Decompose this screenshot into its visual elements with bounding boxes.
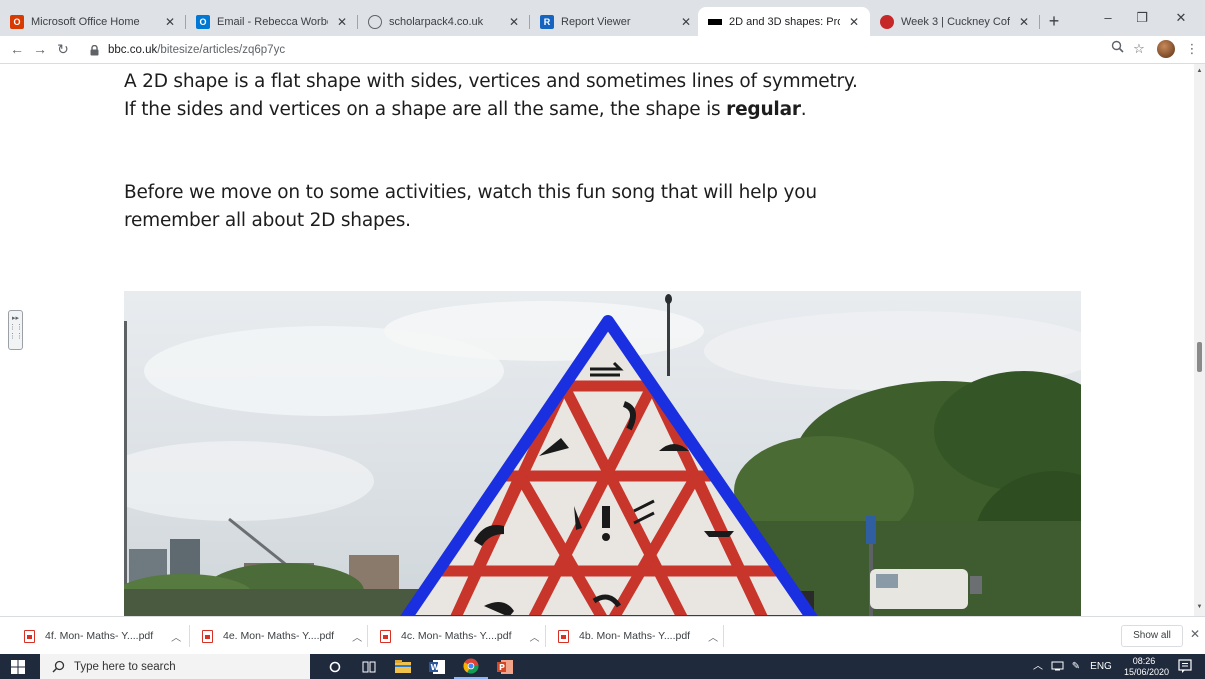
search-placeholder: Type here to search bbox=[74, 660, 176, 673]
tab-close-icon[interactable]: ✕ bbox=[678, 15, 694, 29]
tab-cuckney[interactable]: Week 3 | Cuckney CofE Prima ✕ bbox=[870, 7, 1040, 36]
file-explorer-icon[interactable] bbox=[386, 654, 420, 679]
chrome-icon[interactable] bbox=[454, 654, 488, 679]
tab-title: Report Viewer bbox=[561, 15, 631, 28]
intro-line-1: A 2D shape is a flat shape with sides, v… bbox=[124, 71, 858, 92]
tab-close-icon[interactable]: ✕ bbox=[846, 15, 862, 29]
tab-title: Email - Rebecca Worboys - O bbox=[217, 15, 328, 28]
svg-text:P: P bbox=[499, 663, 505, 672]
pdf-file-icon bbox=[24, 629, 35, 643]
globe-icon bbox=[368, 14, 382, 29]
download-filename: 4e. Mon- Maths- Y....pdf bbox=[223, 630, 335, 642]
scroll-up-arrow-icon[interactable]: ▲ bbox=[1196, 68, 1203, 74]
windows-taskbar: Type here to search W P ︿ ✎ ENG 08:26 15… bbox=[0, 654, 1205, 679]
forward-arrow-icon[interactable]: → bbox=[30, 39, 50, 59]
show-all-downloads-button[interactable]: Show all bbox=[1121, 625, 1183, 647]
tab-title: Week 3 | Cuckney CofE Prima bbox=[901, 15, 1010, 28]
sidebar-toggle-handle[interactable]: ▸▸ ⋮⋮ ⋮⋮ bbox=[8, 310, 23, 350]
bbc-icon bbox=[708, 18, 722, 25]
scrollbar-thumb[interactable] bbox=[1197, 342, 1202, 372]
browser-toolbar: ← → ↻ bbc.co.uk/bitesize/articles/zq6p7y… bbox=[0, 36, 1205, 64]
tab-close-icon[interactable]: ✕ bbox=[506, 15, 522, 29]
word-icon[interactable]: W bbox=[420, 654, 454, 679]
back-arrow-icon[interactable]: ← bbox=[7, 39, 27, 59]
bookmark-star-icon[interactable]: ☆ bbox=[1130, 40, 1148, 58]
zoom-icon[interactable] bbox=[1108, 40, 1126, 58]
download-filename: 4c. Mon- Maths- Y....pdf bbox=[401, 630, 512, 642]
report-icon: R bbox=[540, 14, 554, 29]
download-filename: 4f. Mon- Maths- Y....pdf bbox=[45, 630, 154, 642]
video-frame-triangle-sign bbox=[124, 291, 1081, 616]
menu-dots-icon[interactable]: ⋮ bbox=[1183, 40, 1201, 58]
regular-bold-text: regular bbox=[726, 99, 801, 120]
profile-avatar[interactable] bbox=[1157, 40, 1175, 58]
song-line-2: remember all about 2D shapes. bbox=[124, 210, 411, 231]
download-item[interactable]: 4e. Mon- Maths- Y....pdf ︿ bbox=[178, 617, 368, 655]
pdf-file-icon bbox=[380, 629, 391, 643]
tab-2d-3d-shapes[interactable]: 2D and 3D shapes: Propertie ✕ bbox=[698, 7, 870, 36]
cortana-icon[interactable] bbox=[318, 654, 352, 679]
office-icon: O bbox=[10, 14, 24, 29]
tab-email[interactable]: O Email - Rebecca Worboys - O ✕ bbox=[186, 7, 358, 36]
outlook-icon: O bbox=[196, 14, 210, 29]
vertical-scrollbar[interactable]: ▲ ▼ bbox=[1194, 64, 1205, 616]
tab-office[interactable]: O Microsoft Office Home ✕ bbox=[0, 7, 186, 36]
tab-scholarpack[interactable]: scholarpack4.co.uk ✕ bbox=[358, 7, 530, 36]
song-line-1: Before we move on to some activities, wa… bbox=[124, 182, 817, 203]
download-item[interactable]: 4b. Mon- Maths- Y....pdf ︿ bbox=[534, 617, 724, 655]
search-icon bbox=[52, 660, 65, 673]
tab-close-icon[interactable]: ✕ bbox=[162, 15, 178, 29]
close-window-button[interactable]: ✕ bbox=[1166, 6, 1196, 30]
network-icon[interactable] bbox=[1049, 654, 1065, 679]
chevron-up-icon[interactable]: ︿ bbox=[708, 629, 718, 644]
svg-text:W: W bbox=[431, 663, 440, 672]
page-viewport: A 2D shape is a flat shape with sides, v… bbox=[0, 64, 1194, 616]
close-downloads-icon[interactable]: ✕ bbox=[1190, 627, 1200, 641]
task-view-icon[interactable] bbox=[352, 654, 386, 679]
clock-time: 08:26 bbox=[1132, 656, 1156, 666]
tab-close-icon[interactable]: ✕ bbox=[334, 15, 350, 29]
pdf-file-icon bbox=[202, 629, 213, 643]
intro-line-2-end: . bbox=[800, 99, 807, 120]
address-bar[interactable]: bbc.co.uk/bitesize/articles/zq6p7yc bbox=[88, 39, 1138, 61]
pdf-file-icon bbox=[558, 629, 569, 643]
clock-date: 15/06/2020 bbox=[1124, 667, 1170, 677]
intro-line-2: If the sides and vertices on a shape are… bbox=[124, 97, 807, 123]
scroll-down-arrow-icon[interactable]: ▼ bbox=[1196, 604, 1203, 610]
downloads-bar: 4f. Mon- Maths- Y....pdf ︿ 4e. Mon- Math… bbox=[0, 616, 1205, 654]
intro-line-2-text: If the sides and vertices on a shape are… bbox=[124, 99, 727, 120]
download-filename: 4b. Mon- Maths- Y....pdf bbox=[579, 630, 691, 642]
language-indicator[interactable]: ENG bbox=[1087, 654, 1115, 679]
windows-start-icon[interactable] bbox=[0, 654, 36, 679]
tab-title: scholarpack4.co.uk bbox=[389, 15, 484, 28]
pen-workspace-icon[interactable]: ✎ bbox=[1068, 654, 1084, 679]
url-domain: bbc.co.uk bbox=[108, 44, 158, 56]
tab-report-viewer[interactable]: R Report Viewer ✕ bbox=[530, 7, 702, 36]
taskbar-search-input[interactable]: Type here to search bbox=[40, 654, 310, 679]
minimize-button[interactable]: – bbox=[1093, 6, 1123, 30]
notifications-icon[interactable] bbox=[1177, 658, 1193, 674]
tab-title: Microsoft Office Home bbox=[31, 15, 140, 28]
tab-close-icon[interactable]: ✕ bbox=[1016, 15, 1032, 29]
powerpoint-icon[interactable]: P bbox=[488, 654, 522, 679]
lock-icon bbox=[88, 43, 100, 57]
tab-strip: O Microsoft Office Home ✕ O Email - Rebe… bbox=[0, 0, 1205, 36]
taskbar-clock[interactable]: 08:26 15/06/2020 bbox=[1124, 656, 1170, 678]
school-icon bbox=[880, 14, 894, 29]
video-player[interactable] bbox=[124, 291, 1081, 616]
tab-title: 2D and 3D shapes: Propertie bbox=[729, 15, 840, 28]
new-tab-button[interactable]: + bbox=[1043, 10, 1065, 32]
maximize-button[interactable]: ❐ bbox=[1127, 6, 1157, 30]
download-item[interactable]: 4c. Mon- Maths- Y....pdf ︿ bbox=[356, 617, 546, 655]
reload-icon[interactable]: ↻ bbox=[53, 39, 73, 59]
url-path: /bitesize/articles/zq6p7yc bbox=[157, 44, 286, 56]
download-item[interactable]: 4f. Mon- Maths- Y....pdf ︿ bbox=[0, 617, 190, 655]
show-hidden-icons-chevron-icon[interactable]: ︿ bbox=[1031, 654, 1045, 679]
